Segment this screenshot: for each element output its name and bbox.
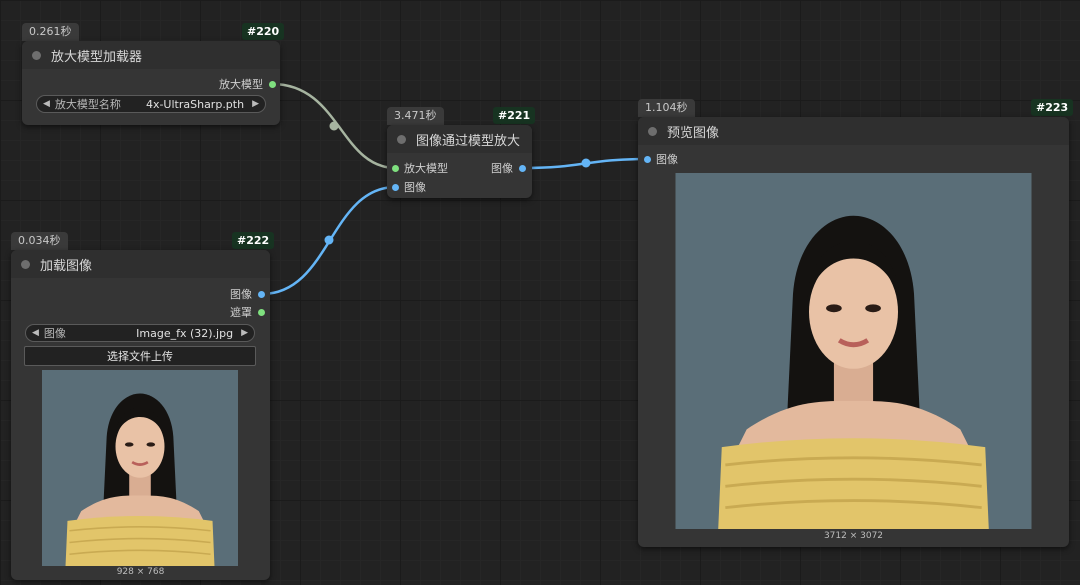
link-image-upscaled: [521, 157, 650, 170]
widget-label: 放大模型名称: [54, 98, 121, 111]
link-model-midpoint[interactable]: [329, 121, 339, 131]
node-collapse-dot-icon[interactable]: [21, 259, 30, 269]
slot-label: 放大模型: [219, 78, 263, 91]
node-title: 预览图像: [667, 125, 720, 141]
output-slot-mask[interactable]: 遮罩: [230, 304, 265, 320]
node-id-badge: #223: [1031, 99, 1074, 116]
model-name-combo[interactable]: ◀ 放大模型名称 4x-UltraSharp.pth ▶: [36, 95, 266, 113]
link-image-upscaled-midpoint[interactable]: [581, 158, 591, 168]
widget-value: 4x-UltraSharp.pth: [145, 97, 245, 111]
slot-dot-icon[interactable]: [519, 164, 526, 172]
node-timing: 0.261秒: [22, 23, 79, 41]
arrow-right-icon[interactable]: ▶: [252, 99, 259, 109]
arrow-left-icon[interactable]: ◀: [43, 99, 50, 109]
node-collapse-dot-icon[interactable]: [397, 134, 406, 144]
node-timing: 0.034秒: [11, 232, 68, 250]
node-id-badge: #220: [242, 23, 285, 40]
arrow-right-icon[interactable]: ▶: [241, 328, 248, 338]
slot-label: 遮罩: [230, 306, 252, 319]
slot-label: 图像: [404, 181, 426, 194]
node-timing: 1.104秒: [638, 99, 695, 117]
loaded-image-preview: [21, 370, 259, 566]
node-timing: 3.471秒: [387, 107, 444, 125]
image-size-label: 928 × 768: [116, 567, 165, 577]
output-slot-image[interactable]: 图像: [491, 160, 526, 176]
slot-dot-icon[interactable]: [258, 290, 265, 298]
slot-dot-icon[interactable]: [269, 80, 276, 88]
input-slot-image[interactable]: 图像: [644, 151, 678, 167]
node-title: 图像通过模型放大: [416, 133, 521, 149]
output-slot-image[interactable]: 图像: [230, 286, 265, 302]
node-header[interactable]: 预览图像: [638, 117, 1069, 145]
portrait-image: [638, 173, 1069, 529]
preview-image: [638, 173, 1069, 529]
slot-label: 图像: [230, 288, 252, 301]
slot-dot-icon[interactable]: [392, 164, 399, 172]
image-size-label: 3712 × 3072: [823, 531, 884, 541]
node-header[interactable]: 放大模型加载器: [22, 41, 280, 69]
input-slot-image[interactable]: 图像: [392, 179, 426, 195]
arrow-left-icon[interactable]: ◀: [32, 328, 39, 338]
node-id-badge: #222: [232, 232, 275, 249]
node-upscale-model-loader[interactable]: 放大模型加载器 放大模型 ◀ 放大模型名称 4x-UltraSharp.pth …: [22, 41, 280, 125]
node-image-upscale-with-model[interactable]: 图像通过模型放大 放大模型 图像 图像: [387, 125, 532, 198]
portrait-image: [40, 370, 240, 566]
image-file-combo[interactable]: ◀ 图像 Image_fx (32).jpg ▶: [25, 324, 255, 342]
node-header[interactable]: 加载图像: [11, 250, 270, 278]
slot-dot-icon[interactable]: [258, 308, 265, 316]
widget-label: 图像: [43, 327, 66, 340]
node-header[interactable]: 图像通过模型放大: [387, 125, 532, 153]
node-load-image[interactable]: 加载图像 图像 遮罩 ◀ 图像 Image_fx (32).jpg ▶ 选择文件…: [11, 250, 270, 580]
widget-value: Image_fx (32).jpg: [136, 326, 234, 340]
node-title: 加载图像: [40, 258, 93, 274]
node-title: 放大模型加载器: [51, 49, 143, 65]
slot-dot-icon[interactable]: [392, 183, 399, 191]
output-slot-upscale-model[interactable]: 放大模型: [219, 76, 276, 92]
slot-dot-icon[interactable]: [644, 155, 651, 163]
node-collapse-dot-icon[interactable]: [32, 50, 41, 60]
input-slot-upscale-model[interactable]: 放大模型: [392, 160, 448, 176]
node-preview-image[interactable]: 预览图像 图像 3712 × 3072: [638, 117, 1069, 547]
slot-label: 放大模型: [404, 162, 448, 175]
link-model: [271, 82, 397, 170]
node-collapse-dot-icon[interactable]: [648, 126, 657, 136]
slot-label: 图像: [491, 162, 513, 175]
link-image-load-midpoint[interactable]: [324, 235, 334, 245]
upload-file-button[interactable]: 选择文件上传: [24, 346, 256, 366]
link-image-load: [261, 185, 397, 296]
slot-label: 图像: [656, 153, 678, 166]
node-id-badge: #221: [493, 107, 536, 124]
